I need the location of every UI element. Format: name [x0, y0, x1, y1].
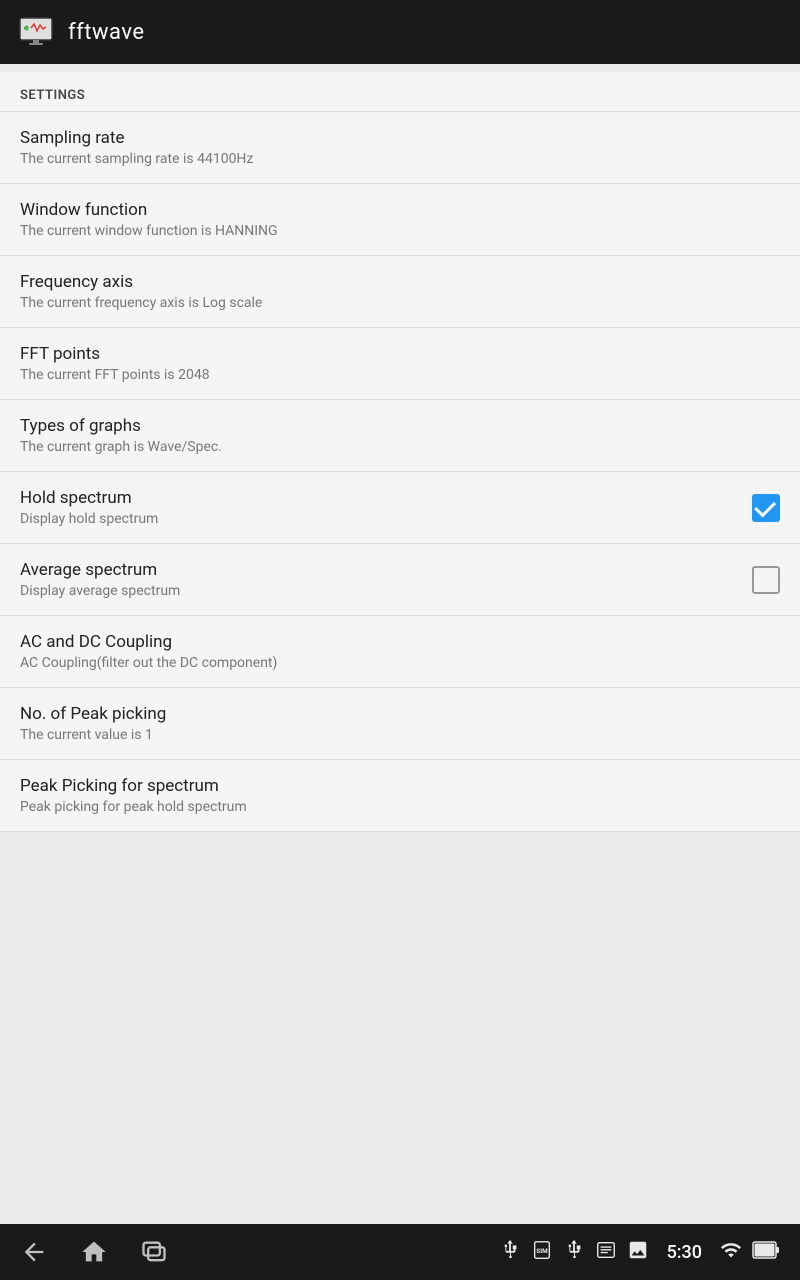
hold-spectrum-control[interactable] [752, 494, 780, 522]
settings-item-hold-spectrum[interactable]: Hold spectrum Display hold spectrum [0, 472, 800, 544]
settings-item-frequency-axis[interactable]: Frequency axis The current frequency axi… [0, 256, 800, 328]
news-icon: NEWS [595, 1239, 617, 1265]
settings-item-average-spectrum-subtitle: Display average spectrum [20, 583, 736, 599]
settings-item-ac-dc-coupling[interactable]: AC and DC Coupling AC Coupling(filter ou… [0, 616, 800, 688]
settings-item-no-peak-picking[interactable]: No. of Peak picking The current value is… [0, 688, 800, 760]
settings-item-frequency-axis-title: Frequency axis [20, 272, 780, 292]
settings-item-ac-dc-coupling-subtitle: AC Coupling(filter out the DC component) [20, 655, 780, 671]
settings-item-hold-spectrum-subtitle: Display hold spectrum [20, 511, 736, 527]
settings-item-peak-picking-spectrum-title: Peak Picking for spectrum [20, 776, 780, 796]
battery-status-icon [752, 1239, 780, 1261]
svg-text:SIM: SIM [536, 1247, 548, 1255]
usb-status-icon [499, 1239, 521, 1261]
nav-bar: SIM NEWS 5:30 [0, 1224, 800, 1280]
settings-item-average-spectrum[interactable]: Average spectrum Display average spectru… [0, 544, 800, 616]
sim-status-icon: SIM [531, 1239, 553, 1261]
settings-item-fft-points-text: FFT points The current FFT points is 204… [20, 344, 780, 383]
settings-item-sampling-rate-text: Sampling rate The current sampling rate … [20, 128, 780, 167]
settings-item-fft-points[interactable]: FFT points The current FFT points is 204… [0, 328, 800, 400]
settings-item-sampling-rate-subtitle: The current sampling rate is 44100Hz [20, 151, 780, 167]
recents-icon [140, 1238, 168, 1266]
usb-icon [499, 1239, 521, 1265]
settings-item-average-spectrum-title: Average spectrum [20, 560, 736, 580]
settings-item-peak-picking-spectrum-text: Peak Picking for spectrum Peak picking f… [20, 776, 780, 815]
settings-item-average-spectrum-text: Average spectrum Display average spectru… [20, 560, 736, 599]
settings-item-no-peak-picking-subtitle: The current value is 1 [20, 727, 780, 743]
status-time: 5:30 [667, 1242, 702, 1263]
main-content: SETTINGS Sampling rate The current sampl… [0, 64, 800, 1224]
settings-item-ac-dc-coupling-title: AC and DC Coupling [20, 632, 780, 652]
settings-item-peak-picking-spectrum[interactable]: Peak Picking for spectrum Peak picking f… [0, 760, 800, 832]
settings-item-window-function[interactable]: Window function The current window funct… [0, 184, 800, 256]
settings-item-peak-picking-spectrum-subtitle: Peak picking for peak hold spectrum [20, 799, 780, 815]
settings-item-no-peak-picking-text: No. of Peak picking The current value is… [20, 704, 780, 743]
wifi-icon [720, 1239, 742, 1265]
settings-item-types-of-graphs-subtitle: The current graph is Wave/Spec. [20, 439, 780, 455]
battery-icon [752, 1239, 780, 1265]
sim-icon: SIM [531, 1239, 553, 1265]
recents-button[interactable] [140, 1238, 168, 1266]
settings-item-types-of-graphs-text: Types of graphs The current graph is Wav… [20, 416, 780, 455]
gallery-status-icon [627, 1239, 649, 1261]
settings-item-sampling-rate[interactable]: Sampling rate The current sampling rate … [0, 112, 800, 184]
app-logo-icon [18, 14, 54, 50]
home-button[interactable] [80, 1238, 108, 1266]
settings-item-window-function-subtitle: The current window function is HANNING [20, 223, 780, 239]
settings-item-window-function-text: Window function The current window funct… [20, 200, 780, 239]
usb-storage-icon [563, 1239, 585, 1265]
settings-item-sampling-rate-title: Sampling rate [20, 128, 780, 148]
settings-item-hold-spectrum-title: Hold spectrum [20, 488, 736, 508]
wifi-status-icon [720, 1239, 742, 1261]
settings-item-frequency-axis-subtitle: The current frequency axis is Log scale [20, 295, 780, 311]
app-bar: fftwave [0, 0, 800, 64]
nav-left [20, 1238, 168, 1266]
settings-item-window-function-title: Window function [20, 200, 780, 220]
app-title: fftwave [68, 20, 145, 45]
gallery-icon [627, 1239, 649, 1265]
back-icon [20, 1238, 48, 1266]
app-icon [16, 12, 56, 52]
average-spectrum-control[interactable] [752, 566, 780, 594]
settings-item-no-peak-picking-title: No. of Peak picking [20, 704, 780, 724]
hold-spectrum-checkbox[interactable] [752, 494, 780, 522]
settings-item-types-of-graphs[interactable]: Types of graphs The current graph is Wav… [0, 400, 800, 472]
settings-header: SETTINGS [0, 72, 800, 112]
nav-right: SIM NEWS 5:30 [499, 1239, 780, 1265]
settings-item-types-of-graphs-title: Types of graphs [20, 416, 780, 436]
home-icon [80, 1238, 108, 1266]
settings-item-ac-dc-coupling-text: AC and DC Coupling AC Coupling(filter ou… [20, 632, 780, 671]
settings-section: SETTINGS Sampling rate The current sampl… [0, 72, 800, 832]
settings-item-frequency-axis-text: Frequency axis The current frequency axi… [20, 272, 780, 311]
settings-item-fft-points-title: FFT points [20, 344, 780, 364]
settings-item-fft-points-subtitle: The current FFT points is 2048 [20, 367, 780, 383]
news-status-icon: NEWS [595, 1239, 617, 1261]
usb-storage-status-icon [563, 1239, 585, 1261]
settings-item-hold-spectrum-text: Hold spectrum Display hold spectrum [20, 488, 736, 527]
back-button[interactable] [20, 1238, 48, 1266]
average-spectrum-checkbox[interactable] [752, 566, 780, 594]
